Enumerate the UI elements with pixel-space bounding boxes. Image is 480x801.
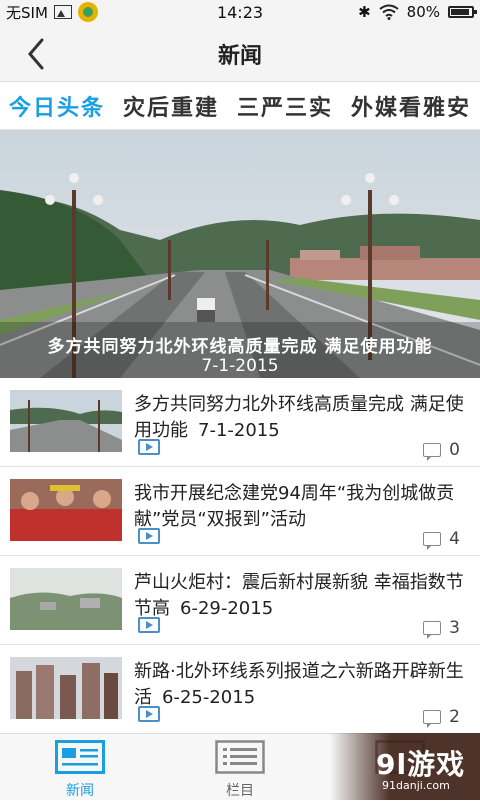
video-play-icon <box>138 617 160 633</box>
battery-percent: 80% <box>406 3 440 21</box>
video-play-icon <box>138 706 160 722</box>
comment-icon <box>423 532 442 550</box>
news-item[interactable]: 芦山火炬村：震后新村展新貌 幸福指数节节高 6-29-2015 3 <box>0 556 480 645</box>
nav-columns[interactable]: 栏目 <box>180 734 300 801</box>
news-date: 7-1-2015 <box>198 420 280 441</box>
hero-title: 多方共同努力北外环线高质量完成 满足使用功能 <box>47 337 433 357</box>
page-title: 新闻 <box>217 44 262 69</box>
tab-foreign-media[interactable]: 外媒看雅安 <box>342 90 480 122</box>
wifi-icon <box>379 4 399 20</box>
tab-headlines[interactable]: 今日头条 <box>0 90 114 122</box>
hero-banner[interactable]: 多方共同努力北外环线高质量完成 满足使用功能 7-1-2015 <box>0 130 480 378</box>
comment-count: 3 <box>423 618 460 639</box>
comment-icon <box>423 621 442 639</box>
watermark-logo: 9l游戏 91danji.com <box>330 733 480 800</box>
nav-columns-label: 栏目 <box>226 783 254 799</box>
tab-reconstruction[interactable]: 灾后重建 <box>114 90 228 122</box>
app-header: 新闻 <box>0 24 480 82</box>
comment-icon <box>423 443 442 461</box>
comment-icon <box>423 710 442 728</box>
category-tabs: 今日头条 灾后重建 三严三实 外媒看雅安 <box>0 82 480 130</box>
news-list: 多方共同努力北外环线高质量完成 满足使用功能 7-1-2015 0 我市开展纪念建… <box>0 378 480 734</box>
news-date: 6-29-2015 <box>180 598 274 619</box>
news-item[interactable]: 多方共同努力北外环线高质量完成 满足使用功能 7-1-2015 0 <box>0 378 480 467</box>
tab-three-stricts[interactable]: 三严三实 <box>228 90 342 122</box>
news-title: 芦山火炬村：震后新村展新貌 幸福指数节节高 6-29-2015 <box>134 572 464 619</box>
comment-count: 0 <box>423 440 460 461</box>
list-icon <box>215 740 265 774</box>
watermark-site: 91danji.com <box>382 779 450 792</box>
comment-count: 2 <box>423 707 460 728</box>
battery-icon <box>448 6 477 18</box>
bluetooth-icon: ✱ <box>358 3 371 21</box>
nav-news-label: 新闻 <box>66 783 94 799</box>
news-thumbnail <box>10 479 122 541</box>
status-bar: 无SIM 14:23 ✱ 80% <box>0 0 480 24</box>
news-item[interactable]: 我市开展纪念建党94周年“我为创城做贡献”党员“双报到”活动 4 <box>0 467 480 556</box>
news-title: 新路·北外环线系列报道之六新路开辟新生活 6-25-2015 <box>134 661 464 708</box>
nav-news[interactable]: 新闻 <box>20 734 140 801</box>
news-date: 6-25-2015 <box>162 687 256 708</box>
video-play-icon <box>138 439 160 455</box>
news-item[interactable]: 新路·北外环线系列报道之六新路开辟新生活 6-25-2015 2 <box>0 645 480 734</box>
comment-count: 4 <box>423 529 460 550</box>
news-thumbnail <box>10 568 122 630</box>
news-thumbnail <box>10 657 122 719</box>
watermark-brand: 9l游戏 <box>376 748 466 781</box>
news-title: 多方共同努力北外环线高质量完成 满足使用功能 7-1-2015 <box>134 394 464 441</box>
news-title: 我市开展纪念建党94周年“我为创城做贡献”党员“双报到”活动 <box>134 483 455 530</box>
video-play-icon <box>138 528 160 544</box>
news-thumbnail <box>10 390 122 452</box>
hero-date: 7-1-2015 <box>201 356 279 376</box>
newspaper-icon <box>55 740 105 774</box>
